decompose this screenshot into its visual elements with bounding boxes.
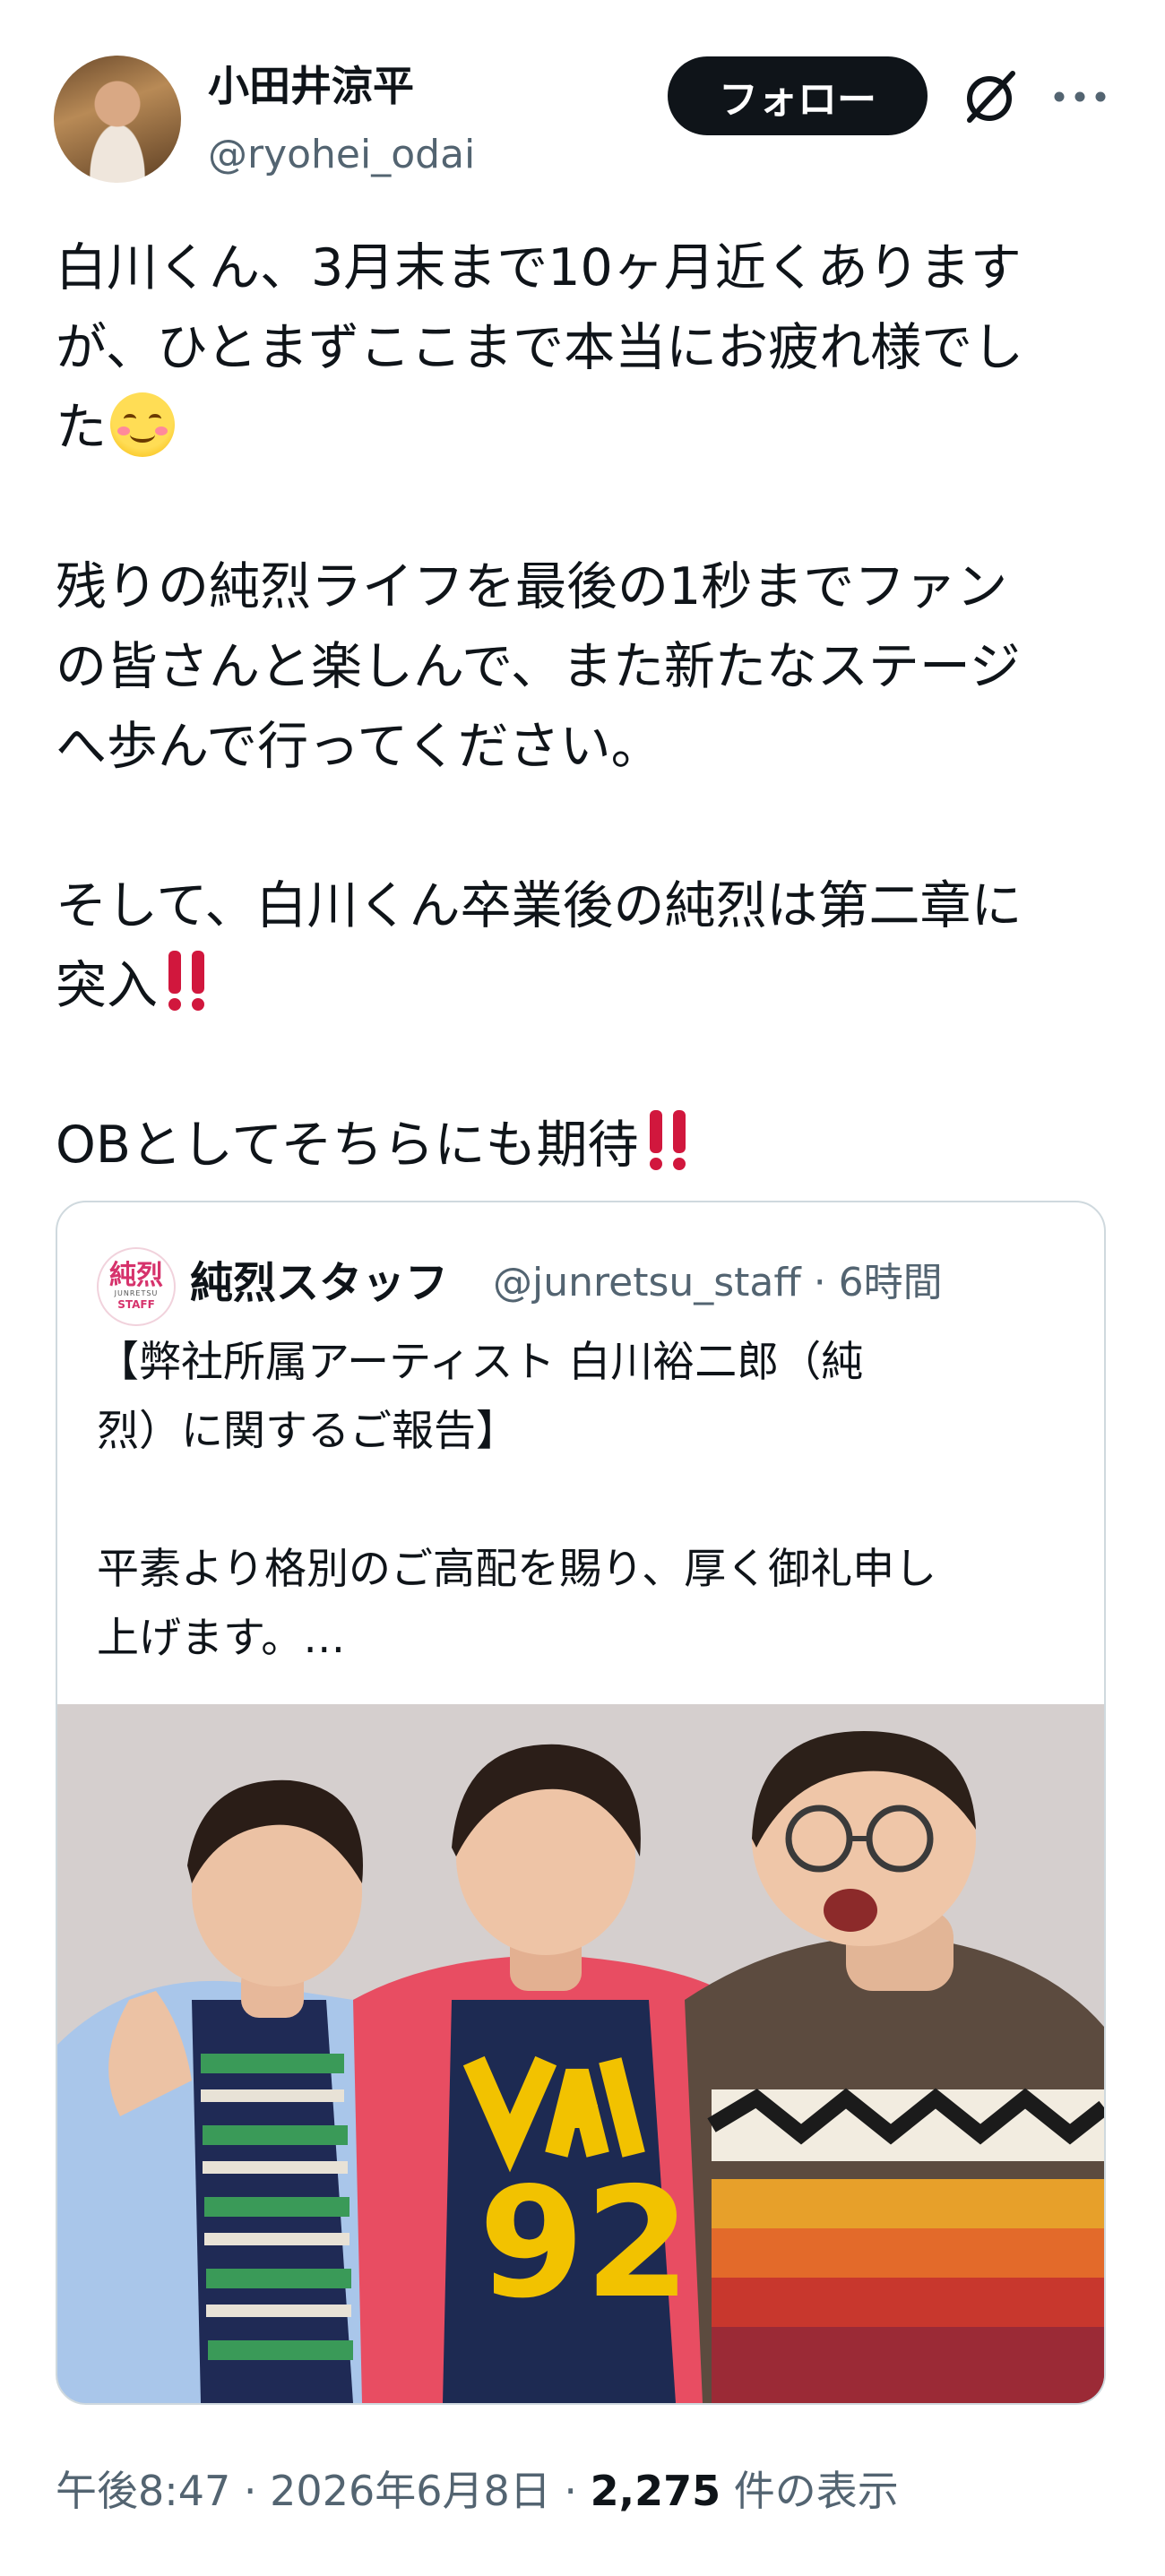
avatar-logo-text: 純烈: [109, 1260, 163, 1291]
quoted-line: 烈）に関するご報告】: [97, 1407, 518, 1456]
double-exclamation-icon: [649, 1110, 686, 1170]
author-display-name[interactable]: 小田井涼平: [208, 59, 414, 113]
smiling-face-icon: [110, 392, 175, 457]
avatar-logo-staff: STAFF: [117, 1298, 155, 1311]
tweet-line-text: OBとしてそちらにも期待: [56, 1116, 639, 1175]
tweet-line: 残りの純烈ライフを最後の1秒までファン: [56, 557, 1008, 616]
tweet-line-text: 突入: [56, 956, 158, 1015]
quoted-photo[interactable]: 92: [57, 1704, 1104, 2403]
tweet-line: の皆さんと楽しんで、また新たなステージ: [56, 637, 1021, 696]
quoted-tweet-card[interactable]: 純烈 JUNRETSU STAFF 純烈スタッフ @junretsu_staff…: [56, 1201, 1106, 2405]
quoted-display-name[interactable]: 純烈スタッフ: [190, 1249, 448, 1317]
tweet-line: た: [56, 388, 1122, 468]
quoted-line: 上げます。…: [97, 1614, 346, 1663]
avatar-logo-subtext: JUNRETSU: [114, 1289, 159, 1297]
quoted-line: 平素より格別のご高配を賜り、厚く御礼申し: [97, 1545, 937, 1594]
tweet-meta: 午後8:47 · 2026年6月8日 · 2,275 件の表示: [56, 2460, 899, 2522]
tweet-timestamp[interactable]: 午後8:47 · 2026年6月8日 ·: [56, 2467, 591, 2515]
author-avatar[interactable]: [54, 56, 181, 183]
view-count: 2,275: [590, 2467, 721, 2515]
tweet-line: 突入: [56, 946, 1122, 1026]
double-exclamation-icon: [168, 951, 204, 1011]
svg-text:92: 92: [479, 2155, 691, 2332]
tweet-line-text: た: [56, 398, 107, 457]
tweet-line: が、ひとまずここまで本当にお疲れ様でし: [56, 318, 1024, 377]
tweet-text: 白川くん、3月末まで10ヶ月近くあります が、ひとまずここまで本当にお疲れ様でした…: [56, 228, 1122, 1185]
tweet-line: OBとしてそちらにも期待: [56, 1106, 1122, 1185]
grok-icon[interactable]: [957, 65, 1022, 129]
quoted-handle-time: @junretsu_staff · 6時間: [493, 1260, 943, 1305]
quoted-author-avatar[interactable]: 純烈 JUNRETSU STAFF: [97, 1247, 176, 1326]
quoted-line: 【弊社所属アーティスト 白川裕二郎（純: [97, 1338, 864, 1387]
author-handle[interactable]: @ryohei_odai: [208, 130, 475, 180]
quoted-text: 【弊社所属アーティスト 白川裕二郎（純 烈）に関するご報告】平素より格別のご高配を…: [97, 1328, 1074, 1673]
view-label: 件の表示: [721, 2467, 899, 2515]
tweet-line: 白川くん、3月末まで10ヶ月近くあります: [56, 238, 1022, 297]
tweet-line: そして、白川くん卒業後の純烈は第二章に: [56, 876, 1023, 935]
more-icon[interactable]: [1048, 79, 1111, 115]
follow-button[interactable]: フォロー: [668, 56, 928, 135]
tweet-line: へ歩んで行ってください。: [56, 717, 662, 776]
